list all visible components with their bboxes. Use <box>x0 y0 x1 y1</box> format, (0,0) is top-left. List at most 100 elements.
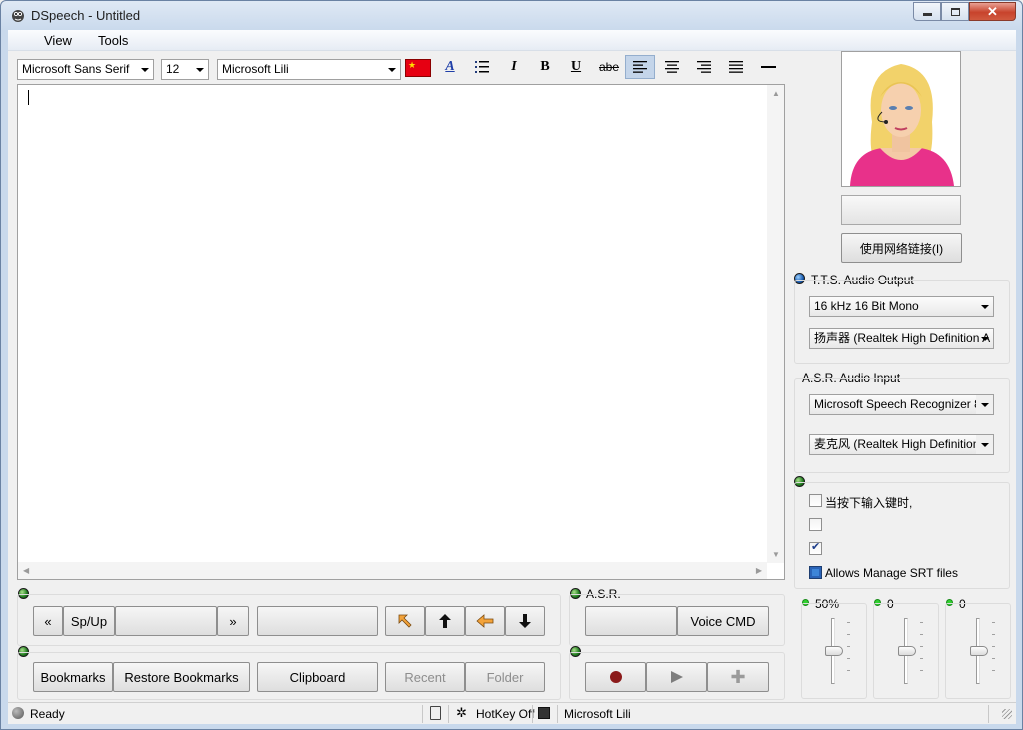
hotkey-icon: ✲ <box>456 705 467 720</box>
previous-button[interactable]: « <box>33 606 63 636</box>
srt-files-checkbox[interactable] <box>809 566 822 579</box>
tick <box>992 634 995 635</box>
asr-engine-dropdown[interactable]: Microsoft Speech Recognizer 8.0 f <box>809 394 994 415</box>
asr-blank-button[interactable] <box>585 606 677 636</box>
font-color-icon: A <box>445 59 455 74</box>
justify-button[interactable] <box>721 55 751 79</box>
minimize-button[interactable] <box>913 2 941 21</box>
scroll-up-arrow-icon[interactable]: ▲ <box>772 89 780 98</box>
chevron-down-icon <box>976 297 993 316</box>
font-color-button[interactable]: A <box>435 55 465 79</box>
option-3-checkbox[interactable]: ✔ <box>809 541 822 555</box>
horizontal-line-button[interactable] <box>753 55 783 79</box>
horizontal-line-icon <box>760 66 776 68</box>
speak-pause-button[interactable]: Sp/Up <box>63 606 115 636</box>
option-enter-label: 当按下输入键时, <box>825 496 913 510</box>
separator <box>988 705 989 723</box>
font-name-dropdown[interactable]: Microsoft Sans Serif <box>17 59 154 80</box>
language-flag-button[interactable]: ★ <box>405 59 431 77</box>
voice-dropdown[interactable]: Microsoft Lili <box>217 59 401 80</box>
slider-3-thumb[interactable] <box>970 646 988 656</box>
tick <box>847 670 850 671</box>
asr-device-dropdown[interactable]: 麦克风 (Realtek High Definition A <box>809 434 994 455</box>
close-button[interactable]: ✕ <box>969 2 1016 21</box>
separator <box>448 705 449 723</box>
checkbox-fill-icon <box>812 569 819 576</box>
voice-cmd-button[interactable]: Voice CMD <box>677 606 769 636</box>
font-size-dropdown[interactable]: 12 <box>161 59 209 80</box>
clipboard-icon <box>430 706 441 720</box>
align-right-button[interactable] <box>689 55 719 79</box>
avatar <box>841 51 961 187</box>
horizontal-scrollbar[interactable]: ◀ ▶ <box>18 562 767 579</box>
window-title: DSpeech - Untitled <box>31 8 141 23</box>
folder-button[interactable]: Folder <box>465 662 545 692</box>
move-up-button[interactable] <box>425 606 465 636</box>
text-editor[interactable]: ▲ ▼ ◀ ▶ <box>17 84 785 580</box>
separator <box>422 705 423 723</box>
tick <box>992 670 995 671</box>
hotkey-status: HotKey Off <box>476 707 535 721</box>
italic-button[interactable]: I <box>499 55 529 79</box>
restore-bookmarks-button[interactable]: Restore Bookmarks <box>113 662 250 692</box>
underline-button[interactable]: U <box>561 55 591 79</box>
select-up-button[interactable] <box>385 606 425 636</box>
checkmark-icon: ✔ <box>811 541 821 553</box>
strikethrough-button[interactable]: abe <box>594 55 624 79</box>
tick <box>992 622 995 623</box>
arrow-left-icon <box>476 614 494 628</box>
bookmarks-button[interactable]: Bookmarks <box>33 662 113 692</box>
play-button[interactable] <box>646 662 707 692</box>
web-link-button[interactable]: 使用网络链接(I) <box>841 233 962 263</box>
bullet-list-icon <box>475 61 489 73</box>
arrow-down-icon <box>519 614 531 628</box>
align-left-button[interactable] <box>625 55 655 79</box>
tick <box>920 658 923 659</box>
voice-status: Microsoft Lili <box>564 707 631 721</box>
move-left-button[interactable] <box>465 606 505 636</box>
status-bar: Ready ✲ HotKey Off Microsoft Lili <box>8 702 1016 724</box>
resize-grip-icon[interactable] <box>1002 709 1012 719</box>
tts-format-value: 16 kHz 16 Bit Mono <box>814 299 919 313</box>
menu-view[interactable]: View <box>44 33 72 48</box>
move-down-button[interactable] <box>505 606 545 636</box>
align-center-button[interactable] <box>657 55 687 79</box>
recent-button[interactable]: Recent <box>385 662 465 692</box>
star-icon: ★ <box>408 60 417 70</box>
save-icon <box>538 707 550 719</box>
add-button[interactable]: ✚ <box>707 662 769 692</box>
vertical-scrollbar[interactable]: ▲ ▼ <box>767 85 784 563</box>
bold-button[interactable]: B <box>530 55 560 79</box>
option-enter-checkbox[interactable] <box>809 494 822 507</box>
scroll-left-arrow-icon[interactable]: ◀ <box>23 566 29 575</box>
status-indicator-icon <box>12 707 24 719</box>
voice-value: Microsoft Lili <box>222 62 289 76</box>
srt-files-label: Allows Manage SRT files <box>825 566 958 580</box>
scroll-down-arrow-icon[interactable]: ▼ <box>772 550 780 559</box>
slider-2-thumb[interactable] <box>898 646 916 656</box>
slider-1-thumb[interactable] <box>825 646 843 656</box>
tts-group <box>794 280 1010 364</box>
playback-blank-button[interactable] <box>115 606 217 636</box>
tts-format-dropdown[interactable]: 16 kHz 16 Bit Mono <box>809 296 994 317</box>
record-button[interactable] <box>585 662 646 692</box>
bullet-list-button[interactable] <box>467 55 497 79</box>
next-button[interactable]: » <box>217 606 249 636</box>
justify-icon <box>729 61 743 73</box>
maximize-button[interactable] <box>941 2 969 21</box>
align-right-icon <box>697 61 711 73</box>
tick <box>920 670 923 671</box>
scroll-right-arrow-icon[interactable]: ▶ <box>756 566 762 575</box>
menu-tools[interactable]: Tools <box>98 33 128 48</box>
tick <box>847 646 850 647</box>
chevron-down-icon <box>136 60 153 79</box>
chevron-down-icon <box>976 435 993 454</box>
tts-device-value: 扬声器 (Realtek High Definition A <box>814 331 991 345</box>
tts-device-dropdown[interactable]: 扬声器 (Realtek High Definition A <box>809 328 994 349</box>
play-icon <box>670 671 683 683</box>
tick <box>920 634 923 635</box>
stop-button[interactable] <box>257 606 378 636</box>
clipboard-button[interactable]: Clipboard <box>257 662 378 692</box>
option-2-checkbox[interactable] <box>809 518 822 531</box>
tick <box>920 646 923 647</box>
